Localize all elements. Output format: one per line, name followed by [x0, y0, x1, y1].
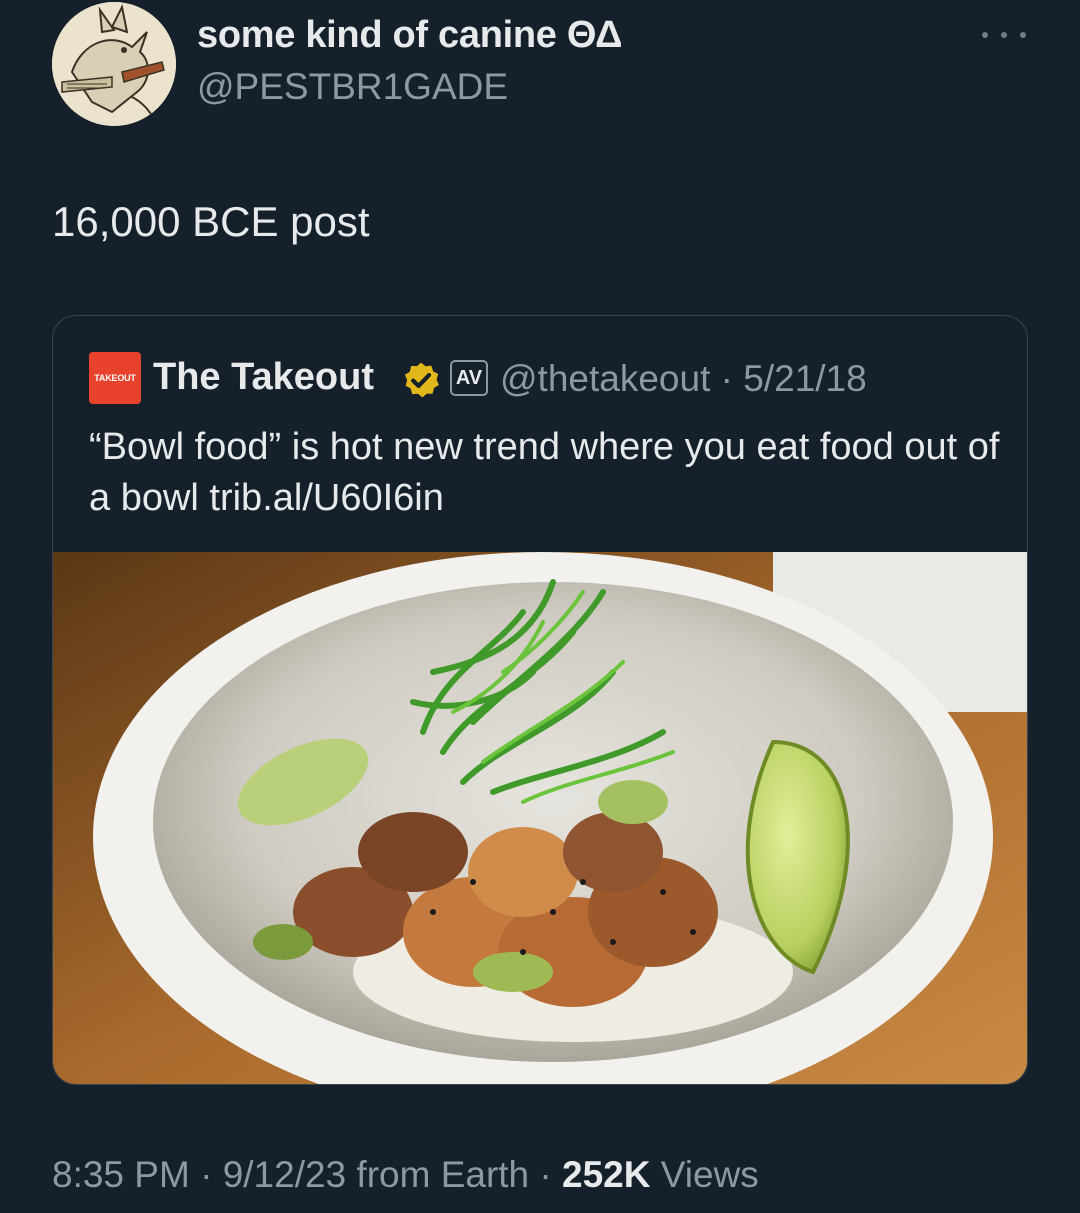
tweet-date[interactable]: 9/12/23 — [223, 1154, 346, 1195]
footer-separator: · — [200, 1154, 213, 1195]
tweet-meta-footer: 8:35 PM · 9/12/23 from Earth · 252K View… — [52, 1154, 759, 1196]
author-avatar[interactable] — [52, 2, 176, 126]
quoted-date[interactable]: 5/21/18 — [743, 358, 866, 399]
takeout-logo[interactable]: TAKEOUT — [89, 352, 141, 404]
author-handle[interactable]: @PESTBR1GADE — [197, 66, 508, 108]
views-count[interactable]: 252K — [562, 1154, 650, 1195]
quoted-author-name[interactable]: The Takeout — [153, 356, 374, 399]
tweet-text: 16,000 BCE post — [52, 198, 370, 245]
quoted-meta: @thetakeout · 5/21/18 — [500, 358, 867, 400]
tweet-time[interactable]: 8:35 PM — [52, 1154, 190, 1195]
quoted-tweet-card[interactable]: TAKEOUT The Takeout AV @thetakeout · 5/2… — [52, 315, 1028, 1085]
tweet-view: some kind of canine ΘΔ @PESTBR1GADE 16,0… — [0, 0, 1080, 1213]
takeout-logo-text: TAKEOUT — [94, 373, 136, 383]
more-options-icon[interactable] — [982, 20, 1026, 50]
verified-badge-icon — [404, 362, 439, 398]
meta-separator: · — [720, 358, 733, 399]
affiliate-badge[interactable]: AV — [450, 360, 488, 396]
quoted-tweet-text: “Bowl food” is hot new trend where you e… — [89, 426, 1000, 519]
rabbit-illustration-icon — [52, 2, 176, 126]
quoted-handle[interactable]: @thetakeout — [500, 358, 710, 399]
views-label: Views — [660, 1154, 759, 1195]
author-display-name[interactable]: some kind of canine ΘΔ — [197, 14, 622, 57]
footer-separator-2: · — [539, 1154, 552, 1195]
tweet-source: from Earth — [356, 1154, 530, 1195]
poke-bowl-photo[interactable] — [53, 552, 1027, 1084]
